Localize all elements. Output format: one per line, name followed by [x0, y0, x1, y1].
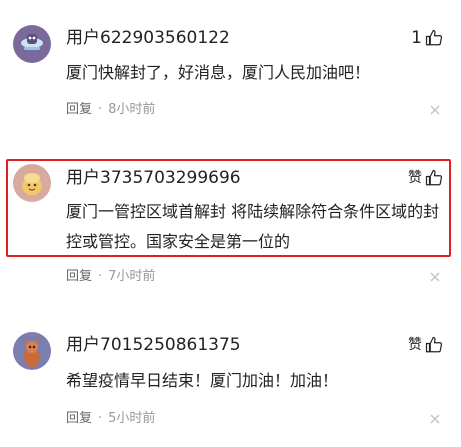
- avatar-image: [13, 332, 51, 370]
- avatar[interactable]: [13, 25, 51, 63]
- avatar-image: [13, 25, 51, 63]
- avatar[interactable]: [13, 332, 51, 370]
- comment-time: 7小时前: [108, 269, 156, 284]
- reply-link[interactable]: 回复: [66, 102, 92, 117]
- close-icon[interactable]: [429, 104, 441, 116]
- close-icon[interactable]: [429, 271, 441, 283]
- like-count: 1: [411, 28, 422, 48]
- like-button[interactable]: 1: [411, 27, 443, 49]
- username[interactable]: 用户3735703299696: [66, 167, 241, 189]
- comment-meta: 回复 · 8小时前: [66, 101, 155, 119]
- like-label: 赞: [408, 170, 422, 186]
- thumbs-up-icon: [425, 336, 443, 353]
- thumbs-up-icon: [425, 29, 443, 46]
- comment-meta: 回复 · 7小时前: [66, 268, 155, 286]
- username[interactable]: 用户622903560122: [66, 27, 230, 49]
- reply-link[interactable]: 回复: [66, 269, 92, 284]
- username[interactable]: 用户7015250861375: [66, 334, 241, 356]
- comment-text: 希望疫情早日结束！厦门加油！加油！: [66, 371, 339, 390]
- comment-text: 厦门一管控区域首解封 将陆续解除符合条件区域的封控或管控。国家安全是第一位的: [66, 202, 440, 251]
- like-label: 赞: [408, 337, 422, 353]
- avatar-image: [13, 164, 51, 202]
- reply-link[interactable]: 回复: [66, 411, 92, 426]
- separator-dot: ·: [98, 269, 103, 284]
- comment-time: 8小时前: [108, 102, 156, 117]
- comment-text: 厦门快解封了，好消息，厦门人民加油吧！: [66, 63, 371, 82]
- separator-dot: ·: [98, 102, 103, 117]
- avatar[interactable]: [13, 164, 51, 202]
- comment-meta: 回复 · 5小时前: [66, 410, 155, 428]
- close-icon[interactable]: [429, 413, 441, 425]
- like-button[interactable]: 赞: [408, 334, 443, 356]
- like-button[interactable]: 赞: [408, 167, 443, 189]
- separator-dot: ·: [98, 411, 103, 426]
- thumbs-up-icon: [425, 169, 443, 186]
- comment-time: 5小时前: [108, 411, 156, 426]
